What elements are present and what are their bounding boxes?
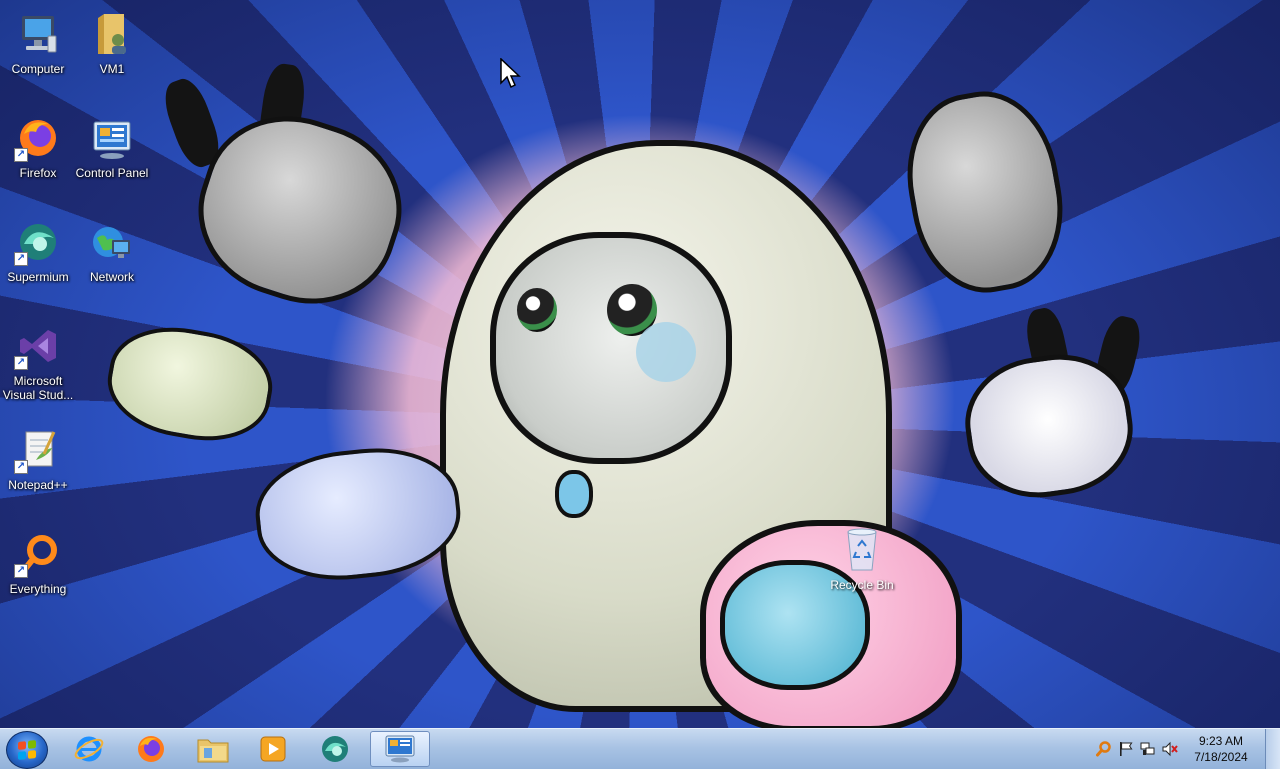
taskbar-file-explorer[interactable] (186, 731, 240, 767)
desktop-icon-label: VM1 (99, 62, 125, 76)
desktop-icon-label: Recycle Bin (830, 578, 894, 592)
shortcut-arrow-icon: ↗ (14, 356, 28, 370)
desktop-icon-control-panel[interactable]: Control Panel (74, 110, 150, 206)
control-panel-icon (88, 114, 136, 162)
network-icon[interactable] (1140, 741, 1156, 757)
desktop-icon-supermium[interactable]: ↗ Supermium (0, 214, 76, 310)
clock-date: 7/18/2024 (1194, 750, 1248, 764)
desktop-icon-label: Control Panel (75, 166, 149, 180)
visual-studio-icon: ↗ (14, 322, 62, 370)
desktop[interactable]: Computer VM1 ↗ Firefox Control Panel ↗ S… (0, 0, 1280, 728)
shortcut-arrow-icon: ↗ (14, 460, 28, 474)
file-explorer-icon (197, 739, 229, 763)
media-player-icon (260, 736, 286, 762)
firefox-icon: ↗ (14, 114, 62, 162)
wallpaper-zipper (555, 470, 593, 518)
desktop-icon-notepad-plus-plus[interactable]: ↗ Notepad++ (0, 422, 76, 518)
user-folder-icon (88, 10, 136, 58)
shortcut-arrow-icon: ↗ (14, 564, 28, 578)
windows-logo-icon (18, 740, 36, 760)
taskbar-firefox[interactable] (124, 731, 178, 767)
desktop-icon-label: Notepad++ (8, 478, 68, 492)
supermium-icon (322, 736, 348, 762)
desktop-icon-network[interactable]: Network (74, 214, 150, 310)
desktop-icon-label: Firefox (19, 166, 57, 180)
start-button[interactable] (6, 731, 48, 769)
taskbar-supermium[interactable] (308, 731, 362, 767)
desktop-icon-label: Computer (11, 62, 65, 76)
desktop-icon-vm1[interactable]: VM1 (74, 6, 150, 102)
volume-muted-icon[interactable] (1162, 741, 1178, 757)
desktop-icon-label: Microsoft Visual Stud... (2, 374, 74, 402)
supermium-icon: ↗ (14, 218, 62, 266)
desktop-icon-label: Everything (9, 582, 67, 596)
desktop-icon-firefox[interactable]: ↗ Firefox (0, 110, 76, 206)
computer-icon (14, 10, 62, 58)
desktop-icon-everything[interactable]: ↗ Everything (0, 526, 76, 622)
recycle-bin-icon (842, 526, 882, 576)
notepad-plus-plus-icon: ↗ (14, 426, 62, 474)
taskbar-internet-explorer[interactable] (62, 731, 116, 767)
taskbar-control-panel[interactable] (370, 731, 430, 767)
wallpaper-eye-left (517, 288, 557, 332)
desktop-icon-label: Network (89, 270, 134, 284)
shortcut-arrow-icon: ↗ (14, 148, 28, 162)
system-tray: 9:23 AM 7/18/2024 (1090, 729, 1280, 769)
internet-explorer-icon (74, 736, 104, 762)
show-desktop-button[interactable] (1265, 729, 1280, 769)
mouse-cursor-icon (500, 57, 522, 90)
firefox-icon (138, 736, 164, 762)
search-icon[interactable] (1096, 741, 1112, 757)
network-globe-icon (88, 218, 136, 266)
taskbar-clock[interactable]: 9:23 AM 7/18/2024 (1184, 733, 1258, 765)
desktop-icon-visual-studio[interactable]: ↗ Microsoft Visual Stud... (0, 318, 76, 414)
desktop-icon-computer[interactable]: Computer (0, 6, 76, 102)
desktop-icon-recycle-bin[interactable]: Recycle Bin (826, 526, 898, 596)
action-center-flag-icon[interactable] (1118, 741, 1134, 757)
wallpaper-cheek (636, 322, 696, 382)
taskbar: 9:23 AM 7/18/2024 (0, 728, 1280, 769)
shortcut-arrow-icon: ↗ (14, 252, 28, 266)
desktop-icon-label: Supermium (7, 270, 69, 284)
control-panel-icon (385, 735, 415, 763)
taskbar-media-player[interactable] (246, 731, 300, 767)
clock-time: 9:23 AM (1198, 734, 1244, 748)
everything-search-icon: ↗ (14, 530, 62, 578)
